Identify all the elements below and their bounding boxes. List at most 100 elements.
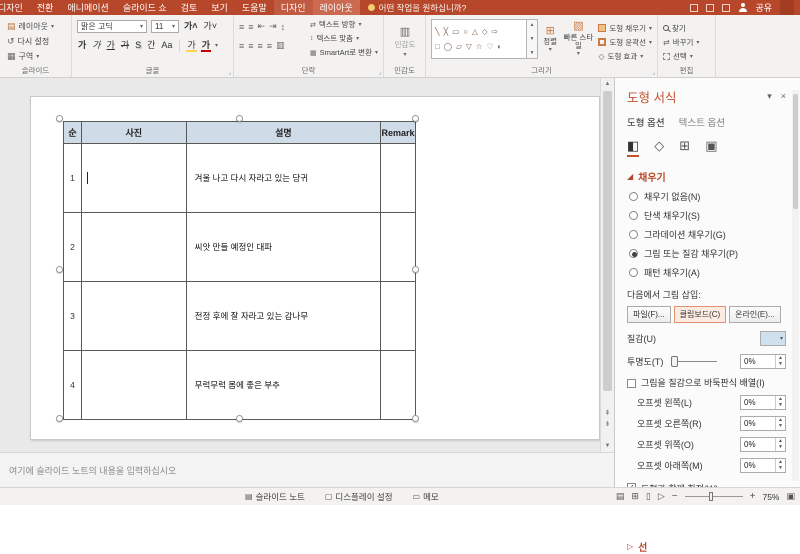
table-cell-no[interactable]: 3	[64, 282, 82, 351]
slide-table[interactable]: 순 사진 설명 Remark 1 겨울 나고 다시 자라고 있는 당귀 2 씨앗…	[63, 121, 416, 420]
align-center-icon[interactable]: ≡	[248, 41, 253, 51]
table-cell-photo[interactable]	[81, 351, 187, 420]
selection-handle[interactable]	[236, 115, 243, 122]
highlight-color-icon[interactable]: 가	[186, 40, 197, 52]
radio-pattern-fill[interactable]: 패턴 채우기(A)	[627, 266, 786, 279]
shrink-font-icon[interactable]: 가˅	[203, 21, 219, 33]
radio-picture-texture-fill[interactable]: 그림 또는 질감 채우기(P)	[627, 247, 786, 260]
insert-from-clipboard-button[interactable]: 클립보드(C)	[673, 306, 727, 323]
table-cell-remark[interactable]	[381, 282, 416, 351]
justify-icon[interactable]: ≡	[267, 41, 272, 51]
memo-button[interactable]: ▭ 메모	[413, 491, 439, 503]
table-cell-desc[interactable]: 씨앗 만들 예정인 대파	[186, 213, 382, 282]
tab-view[interactable]: 보기	[204, 0, 235, 16]
character-spacing-icon[interactable]: 간	[146, 40, 156, 52]
align-right-icon[interactable]: ≡	[258, 41, 263, 51]
bullets-icon[interactable]: ≡	[239, 22, 244, 32]
tab-animations[interactable]: 애니메이션	[60, 0, 115, 16]
slideshow-view-icon[interactable]: ▷	[658, 491, 665, 502]
tab-transitions[interactable]: 전환	[30, 0, 61, 16]
slide-canvas[interactable]: 순 사진 설명 Remark 1 겨울 나고 다시 자라고 있는 당귀 2 씨앗…	[30, 96, 600, 440]
slide-sorter-view-icon[interactable]: ⊞	[631, 491, 639, 502]
layout-button[interactable]: ▤ 레이아웃 ▾	[5, 21, 56, 32]
selection-handle[interactable]	[56, 115, 63, 122]
arrange-button[interactable]: ⊞ 정렬 ▾	[542, 19, 558, 59]
selection-handle[interactable]	[412, 266, 419, 273]
table-cell-remark[interactable]	[381, 351, 416, 420]
gallery-down-icon[interactable]: ▼	[530, 36, 535, 42]
sensitivity-button[interactable]: ▥ 민감도 ▾	[389, 19, 421, 63]
zoom-slider-thumb[interactable]	[708, 492, 713, 501]
notes-pane[interactable]: 여기에 슬라이드 노트의 내용을 입력하십시오	[0, 452, 614, 487]
font-size-combo[interactable]: 11 ▾	[151, 20, 179, 33]
bold-icon[interactable]: 가	[77, 40, 87, 52]
share-button[interactable]: 공유	[755, 1, 772, 14]
fill-section-header[interactable]: ◢ 채우기	[627, 169, 786, 184]
convert-smartart-button[interactable]: ▦ SmartArt로 변환 ▾	[310, 47, 378, 58]
find-button[interactable]: 찾기	[663, 23, 710, 34]
underline-icon[interactable]: 가	[106, 40, 116, 52]
select-button[interactable]: 선택 ▾	[663, 51, 710, 62]
shapes-gallery[interactable]: ╲ ╳ ▭ ○ △ ◇ ⇨ □ ◯ ▱ ▽ ☆ ♡ ◐	[431, 19, 527, 59]
grow-font-icon[interactable]: 가˄	[183, 21, 199, 33]
vertical-scrollbar[interactable]: ▲ ⇞ ⇟ ▼	[600, 78, 614, 452]
reset-button[interactable]: ↺ 다시 설정	[5, 36, 51, 47]
table-cell-photo[interactable]	[81, 282, 187, 351]
font-name-combo[interactable]: 맑은 고딕 ▾	[77, 20, 147, 33]
selection-handle[interactable]	[56, 415, 63, 422]
tab-help[interactable]: 도움말	[235, 0, 274, 16]
italic-icon[interactable]: 가	[91, 40, 101, 52]
section-button[interactable]: ▦ 구역 ▾	[5, 51, 41, 62]
pane-options-icon[interactable]: ▾	[767, 91, 772, 102]
table-cell-desc[interactable]: 전정 후에 잘 자라고 있는 감나무	[186, 282, 382, 351]
table-header-cell[interactable]: 순	[64, 122, 82, 144]
tab-shape-options[interactable]: 도형 옵션	[627, 115, 665, 129]
tab-design[interactable]: 디자인	[0, 0, 30, 16]
previous-slide-icon[interactable]: ⇞	[601, 407, 614, 418]
picture-icon[interactable]: ▣	[705, 138, 717, 157]
insert-from-online-button[interactable]: 온라인(E)...	[729, 306, 781, 323]
gallery-more-icon[interactable]: ▼	[530, 50, 535, 56]
shape-effects-button[interactable]: ◇ 도형 효과 ▾	[598, 51, 652, 62]
table-cell-remark[interactable]	[381, 213, 416, 282]
effects-icon[interactable]: ◇	[654, 138, 664, 157]
tab-review[interactable]: 검토	[174, 0, 205, 16]
quick-styles-button[interactable]: ▧ 빠른 스타일 ▾	[562, 19, 594, 59]
shapes-gallery-scroll[interactable]: ▲ ▼ ▼	[527, 19, 538, 59]
spin-down-icon[interactable]: ▼	[776, 465, 785, 472]
offset-top-spinbox[interactable]: 0% ▲ ▼	[740, 436, 786, 452]
tell-me-search[interactable]: 어떤 작업을 원하십니까?	[367, 2, 466, 14]
spin-down-icon[interactable]: ▼	[776, 423, 785, 430]
spin-down-icon[interactable]: ▼	[776, 444, 785, 451]
tab-table-layout[interactable]: 레이아웃	[312, 0, 360, 16]
increase-indent-icon[interactable]: ⇥	[269, 21, 277, 32]
table-cell-desc[interactable]: 겨울 나고 다시 자라고 있는 당귀	[186, 144, 382, 213]
spin-down-icon[interactable]: ▼	[776, 402, 785, 409]
numbering-icon[interactable]: ≡	[248, 22, 253, 32]
line-section-header[interactable]: ▷ 선	[627, 539, 786, 554]
transparency-spinbox[interactable]: 0% ▲ ▼	[740, 354, 786, 369]
line-spacing-icon[interactable]: ↕	[281, 22, 286, 32]
text-direction-button[interactable]: ⇄ 텍스트 방향 ▾	[310, 19, 378, 30]
insert-from-file-button[interactable]: 파일(F)...	[627, 306, 671, 323]
table-cell-no[interactable]: 1	[64, 144, 82, 213]
offset-bottom-spinbox[interactable]: 0% ▲ ▼	[740, 457, 786, 473]
radio-no-fill[interactable]: 채우기 없음(N)	[627, 190, 786, 203]
gallery-up-icon[interactable]: ▲	[530, 22, 535, 28]
scroll-up-icon[interactable]: ▲	[601, 78, 614, 90]
spin-down-icon[interactable]: ▼	[776, 362, 785, 369]
radio-gradient-fill[interactable]: 그라데이션 채우기(G)	[627, 228, 786, 241]
decrease-indent-icon[interactable]: ⇤	[258, 21, 266, 32]
shape-outline-button[interactable]: 도형 윤곽선 ▾	[598, 37, 652, 48]
table-header-cell[interactable]: Remark	[381, 122, 416, 144]
fit-to-window-icon[interactable]: ▣	[786, 491, 795, 502]
tab-table-design[interactable]: 디자인	[273, 0, 313, 16]
drawing-dialog-launcher-icon[interactable]: ⌟	[652, 69, 655, 76]
table-header-cell[interactable]: 사진	[81, 122, 187, 144]
fill-line-icon[interactable]: ◧	[627, 138, 640, 157]
align-text-button[interactable]: ↕ 텍스트 맞춤 ▾	[310, 33, 378, 44]
replace-button[interactable]: ⇄ 바꾸기 ▾	[663, 37, 710, 48]
table-cell-no[interactable]: 2	[64, 213, 82, 282]
scrollbar-thumb[interactable]	[603, 91, 612, 391]
slider-thumb[interactable]	[671, 356, 679, 367]
